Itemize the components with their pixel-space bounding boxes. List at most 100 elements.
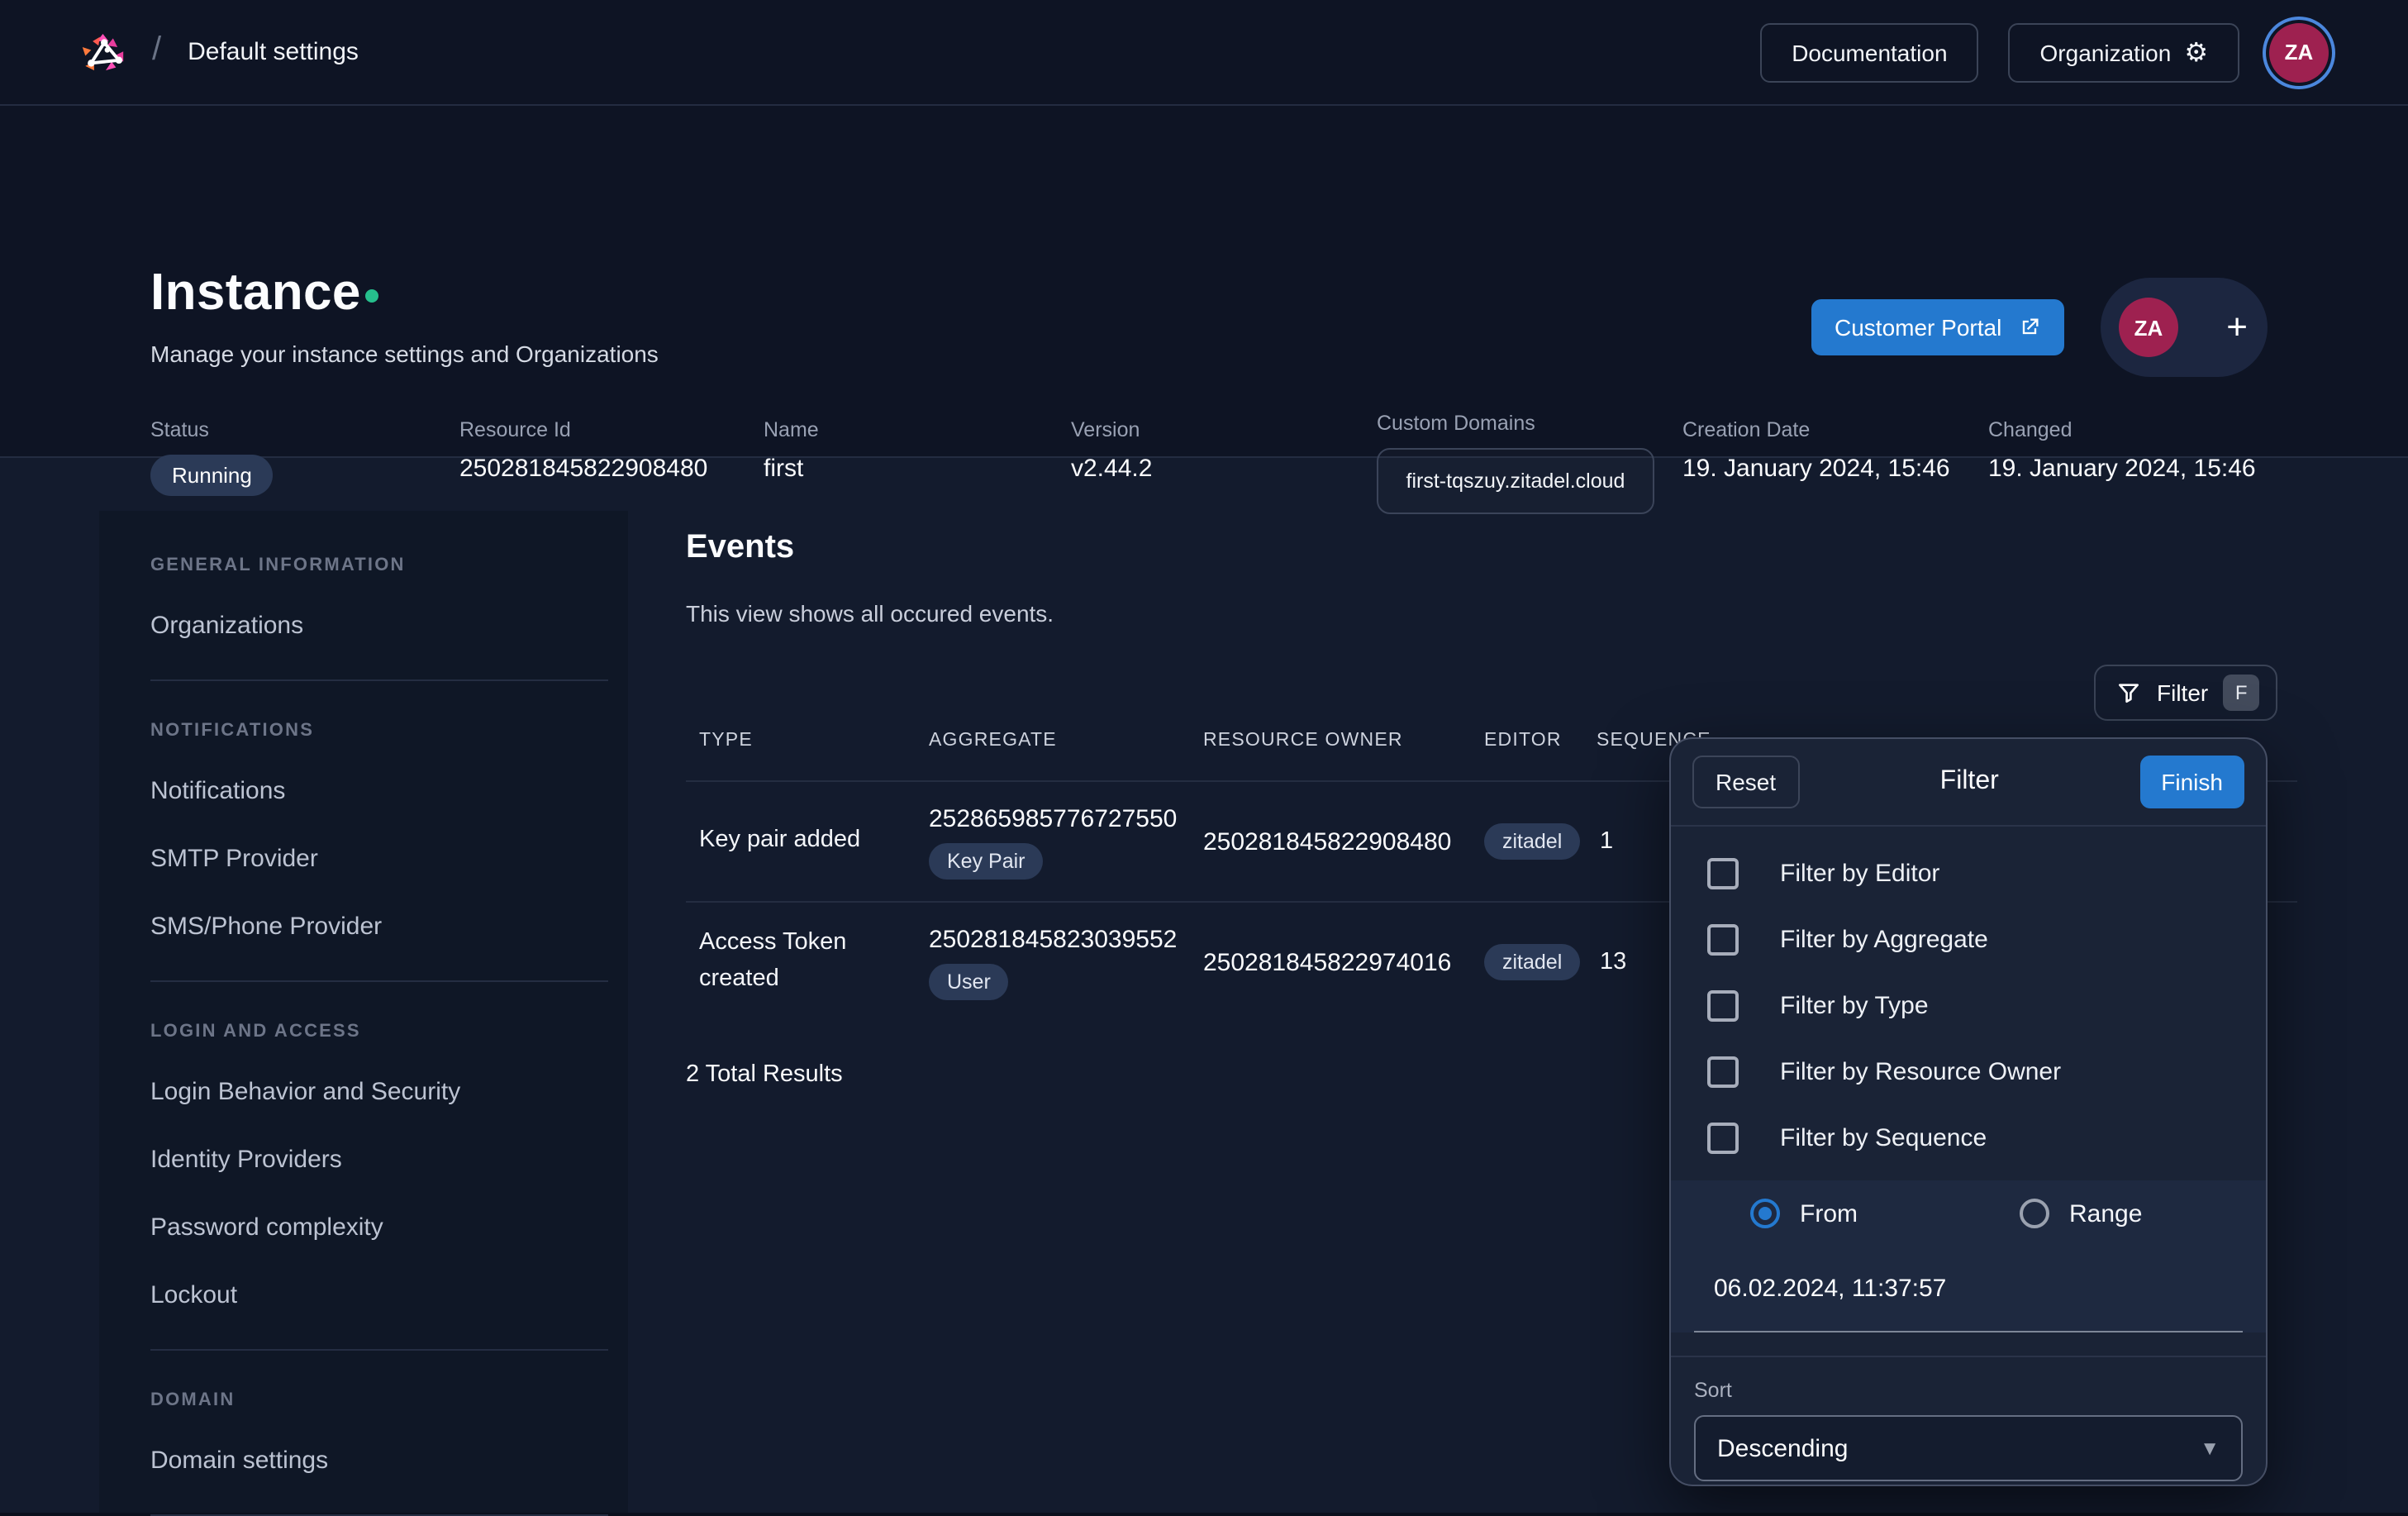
info-value: 19. January 2024, 15:46	[1682, 455, 1950, 483]
info-value: first	[764, 455, 819, 483]
date-mode-radios: From Range	[1671, 1180, 2266, 1247]
page-title: Instance	[150, 263, 361, 322]
info-label: Resource Id	[459, 418, 707, 441]
aggregate-id: 250281845823039552	[929, 925, 1203, 953]
checkbox-icon[interactable]	[1707, 857, 1739, 889]
option-label: Filter by Resource Owner	[1780, 1057, 2061, 1085]
event-type: Access Token created	[699, 927, 929, 999]
option-label: Filter by Sequence	[1780, 1123, 1987, 1151]
filter-label: Filter	[2157, 679, 2208, 706]
event-editor: zitadel	[1484, 823, 1597, 860]
sidebar-item-login-behavior[interactable]: Login Behavior and Security	[150, 1078, 602, 1108]
chevron-down-icon: ▼	[2200, 1437, 2220, 1460]
sidebar-divider	[150, 679, 608, 681]
radio-label: From	[1800, 1199, 1858, 1228]
info-version: Version v2.44.2	[1071, 418, 1152, 483]
filter-button[interactable]: Filter F	[2094, 665, 2277, 721]
sidebar-item-domain-settings[interactable]: Domain settings	[150, 1447, 602, 1476]
sort-value: Descending	[1717, 1434, 1848, 1462]
user-avatar[interactable]: ZA	[2269, 22, 2329, 82]
resource-owner: 250281845822908480	[1203, 827, 1484, 856]
events-title: Events	[686, 529, 2297, 567]
info-creation-date: Creation Date 19. January 2024, 15:46	[1682, 418, 1950, 483]
info-value: 19. January 2024, 15:46	[1988, 455, 2256, 483]
instance-members[interactable]: ZA +	[2101, 278, 2268, 377]
filter-by-aggregate-option[interactable]: Filter by Aggregate	[1707, 906, 2266, 972]
sort-select[interactable]: Descending ▼	[1694, 1415, 2243, 1481]
finish-button[interactable]: Finish	[2139, 756, 2244, 808]
checkbox-icon[interactable]	[1707, 1122, 1739, 1153]
sidebar-item-lockout[interactable]: Lockout	[150, 1281, 602, 1311]
info-name: Name first	[764, 418, 819, 483]
member-avatar[interactable]: ZA	[2119, 298, 2178, 357]
top-bar-actions: Documentation Organization ⚙ ZA	[1760, 22, 2329, 82]
filter-by-resource-owner-option[interactable]: Filter by Resource Owner	[1707, 1038, 2266, 1104]
column-type[interactable]: TYPE	[699, 731, 929, 751]
sort-label: Sort	[1694, 1379, 2266, 1402]
info-resource-id: Resource Id 250281845822908480	[459, 418, 707, 483]
instance-hero: Instance Manage your instance settings a…	[0, 104, 2408, 458]
reset-button[interactable]: Reset	[1692, 756, 1799, 808]
filter-by-type-option[interactable]: Filter by Type	[1707, 972, 2266, 1038]
checkbox-icon[interactable]	[1707, 923, 1739, 955]
info-changed: Changed 19. January 2024, 15:46	[1988, 418, 2256, 483]
sidebar-item-password-complexity[interactable]: Password complexity	[150, 1213, 602, 1243]
sidebar-item-organizations[interactable]: Organizations	[150, 612, 602, 641]
sidebar-item-smtp-provider[interactable]: SMTP Provider	[150, 845, 602, 875]
zitadel-logo-icon[interactable]	[79, 27, 132, 77]
column-resource-owner[interactable]: RESOURCE OWNER	[1203, 731, 1484, 751]
aggregate-id: 252865985776727550	[929, 804, 1203, 832]
column-editor[interactable]: EDITOR	[1484, 731, 1597, 751]
external-link-icon	[2018, 316, 2041, 339]
date-input[interactable]: 06.02.2024, 11:37:57	[1694, 1247, 2243, 1332]
sidebar-section-notifications: NOTIFICATIONS	[150, 721, 602, 741]
info-label: Custom Domains	[1377, 412, 1654, 435]
filter-by-sequence-option[interactable]: Filter by Sequence	[1707, 1104, 2266, 1170]
radio-range[interactable]: Range	[2020, 1199, 2142, 1228]
option-label: Filter by Editor	[1780, 859, 1939, 887]
customer-portal-label: Customer Portal	[1835, 314, 2001, 341]
column-aggregate[interactable]: AGGREGATE	[929, 731, 1203, 751]
filter-icon	[2115, 679, 2142, 706]
documentation-button[interactable]: Documentation	[1760, 22, 1978, 82]
add-member-icon[interactable]: +	[2226, 309, 2248, 346]
filter-panel: Reset Filter Finish Filter by Editor Fil…	[1669, 737, 2268, 1486]
radio-icon	[2020, 1199, 2049, 1228]
sidebar-item-sms-phone-provider[interactable]: SMS/Phone Provider	[150, 913, 602, 942]
sidebar-item-identity-providers[interactable]: Identity Providers	[150, 1146, 602, 1175]
sidebar-item-notifications[interactable]: Notifications	[150, 777, 602, 807]
documentation-label: Documentation	[1792, 39, 1947, 65]
info-value: v2.44.2	[1071, 455, 1152, 483]
event-aggregate: 252865985776727550 Key Pair	[929, 804, 1203, 879]
filter-by-editor-option[interactable]: Filter by Editor	[1707, 840, 2266, 906]
filter-options: Filter by Editor Filter by Aggregate Fil…	[1671, 827, 2266, 1170]
checkbox-icon[interactable]	[1707, 1056, 1739, 1087]
organization-label: Organization	[2040, 39, 2172, 65]
info-label: Changed	[1988, 418, 2256, 441]
radio-label: Range	[2069, 1199, 2142, 1228]
breadcrumb-current[interactable]: Default settings	[188, 38, 359, 66]
radio-from[interactable]: From	[1750, 1199, 1858, 1228]
status-dot-icon	[365, 289, 378, 303]
top-bar: / Default settings Documentation Organiz…	[0, 0, 2408, 106]
editor-badge: zitadel	[1484, 944, 1580, 980]
filter-panel-header: Reset Filter Finish	[1671, 739, 2266, 827]
info-custom-domains: Custom Domains first-tqszuy.zitadel.clou…	[1377, 412, 1654, 514]
resource-owner: 250281845822974016	[1203, 948, 1484, 976]
checkbox-icon[interactable]	[1707, 989, 1739, 1021]
event-editor: zitadel	[1484, 944, 1597, 980]
aggregate-type-badge: User	[929, 963, 1009, 999]
editor-badge: zitadel	[1484, 823, 1580, 860]
breadcrumb: / Default settings	[79, 27, 359, 77]
sidebar-section-login-access: LOGIN AND ACCESS	[150, 1022, 602, 1042]
radio-icon	[1750, 1199, 1780, 1228]
organization-button[interactable]: Organization ⚙	[2009, 22, 2239, 82]
customer-portal-button[interactable]: Customer Portal	[1811, 299, 2064, 355]
date-filter-block: From Range 06.02.2024, 11:37:57	[1671, 1180, 2266, 1332]
filter-panel-title: Filter	[1940, 767, 1999, 797]
custom-domain-chip[interactable]: first-tqszuy.zitadel.cloud	[1377, 448, 1654, 514]
aggregate-type-badge: Key Pair	[929, 842, 1044, 879]
gear-icon: ⚙	[2184, 39, 2208, 65]
events-subtitle: This view shows all occured events.	[686, 600, 2297, 627]
option-label: Filter by Aggregate	[1780, 925, 1988, 953]
